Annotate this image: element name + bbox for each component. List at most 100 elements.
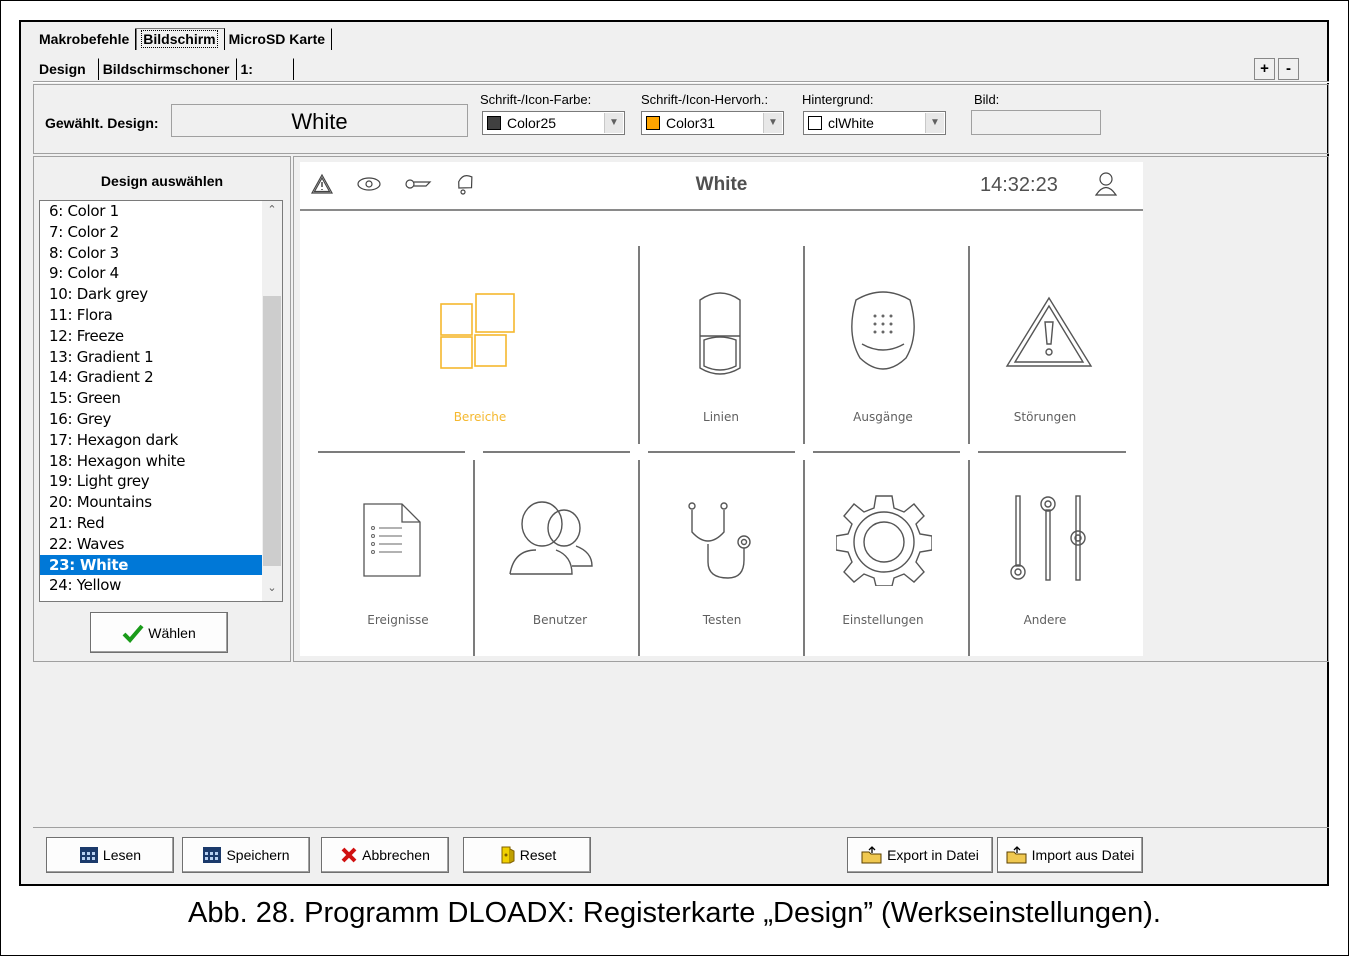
tile-label-ausgaenge[interactable]: Ausgänge: [803, 410, 963, 424]
scroll-up-icon[interactable]: ⌃: [262, 203, 282, 221]
detector-icon: [699, 292, 741, 375]
tile-label-linien[interactable]: Linien: [641, 410, 801, 424]
read-icon: [79, 847, 98, 863]
design-list-item[interactable]: 23: White: [40, 554, 282, 576]
font-color-value: Color25: [507, 115, 557, 131]
design-list: 6: Color 1 7: Color 2 8: Color 3 9: Color 4…: [40, 201, 282, 596]
users-icon: [509, 501, 593, 575]
read-button[interactable]: Lesen: [46, 837, 174, 873]
tab-bildschirm-label: Bildschirm: [141, 30, 218, 48]
font-color-select[interactable]: Color25 ▼: [482, 111, 625, 135]
background-select[interactable]: clWhite ▼: [803, 111, 946, 135]
design-list-item[interactable]: 24: Yellow: [40, 575, 282, 596]
import-label: Import aus Datei: [1031, 847, 1135, 863]
remove-tab-button[interactable]: -: [1278, 58, 1299, 80]
checkmark-icon: [122, 624, 144, 643]
keypad-screen-preview: White 14:32:23 Bereiche Linien Ausgänge …: [300, 162, 1143, 656]
image-label: Bild:: [974, 92, 1000, 107]
scrollbar-thumb[interactable]: [263, 296, 281, 566]
save-button[interactable]: Speichern: [182, 837, 310, 873]
export-button[interactable]: Export in Datei: [847, 837, 993, 873]
cancel-button[interactable]: Abbrechen: [321, 837, 449, 873]
tile-label-andere[interactable]: Andere: [965, 613, 1125, 627]
design-list-item[interactable]: 11: Flora: [40, 305, 282, 326]
design-list-item[interactable]: 9: Color 4: [40, 263, 282, 284]
font-color-swatch: [487, 116, 501, 130]
figure-caption: Abb. 28. Programm DLOADX: Registerkarte …: [188, 897, 1161, 929]
scroll-down-icon[interactable]: ⌄: [262, 581, 282, 599]
design-list-item[interactable]: 19: Light grey: [40, 471, 282, 492]
design-list-item[interactable]: 10: Dark grey: [40, 284, 282, 305]
design-list-item[interactable]: 12: Freeze: [40, 326, 282, 347]
design-list-item[interactable]: 18: Hexagon white: [40, 451, 282, 472]
tab-microsd-karte[interactable]: MicroSD Karte: [225, 28, 333, 50]
export-folder-icon: [861, 846, 882, 864]
highlight-color-swatch: [646, 116, 660, 130]
import-folder-icon: [1006, 846, 1027, 864]
design-list-item[interactable]: 20: Mountains: [40, 492, 282, 513]
tab-divider: [33, 81, 1329, 83]
tab-makrobefehle[interactable]: Makrobefehle: [35, 28, 137, 50]
choose-design-button[interactable]: Wählen: [90, 612, 228, 653]
save-icon: [203, 847, 222, 863]
design-listbox[interactable]: 6: Color 1 7: Color 2 8: Color 3 9: Color 4…: [39, 200, 283, 602]
design-list-item[interactable]: 15: Green: [40, 388, 282, 409]
selected-design-value: White: [291, 109, 348, 134]
tab-bildschirm[interactable]: Bildschirm: [136, 28, 225, 50]
reset-label: Reset: [519, 847, 557, 863]
image-field[interactable]: [971, 110, 1101, 135]
areas-icon: [440, 293, 515, 369]
highlight-color-value: Color31: [666, 115, 716, 131]
design-select-title: Design auswählen: [100, 173, 224, 189]
save-label: Speichern: [226, 847, 290, 863]
events-icon: [363, 503, 421, 577]
tab-bildschirmschoner[interactable]: Bildschirmschoner: [99, 58, 237, 80]
design-list-item[interactable]: 6: Color 1: [40, 201, 282, 222]
background-label: Hintergrund:: [802, 92, 874, 107]
stethoscope-icon: [688, 502, 751, 579]
design-list-item[interactable]: 8: Color 3: [40, 243, 282, 264]
choose-design-label: Wählen: [148, 624, 196, 641]
highlight-color-label: Schrift-/Icon-Hervorh.:: [641, 92, 769, 107]
tile-label-stoerungen[interactable]: Störungen: [965, 410, 1125, 424]
font-color-label: Schrift-/Icon-Farbe:: [480, 92, 592, 107]
selected-design-field: White: [171, 104, 468, 137]
import-button[interactable]: Import aus Datei: [997, 837, 1143, 873]
add-tab-button[interactable]: +: [1254, 58, 1275, 80]
design-list-item[interactable]: 22: Waves: [40, 534, 282, 555]
chevron-down-icon: ▼: [763, 113, 782, 133]
background-swatch: [808, 116, 822, 130]
design-list-item[interactable]: 17: Hexagon dark: [40, 430, 282, 451]
keypad-icon: [851, 291, 915, 370]
tile-label-benutzer[interactable]: Benutzer: [480, 613, 640, 627]
tile-label-einstellungen[interactable]: Einstellungen: [803, 613, 963, 627]
chevron-down-icon: ▼: [925, 113, 944, 133]
tile-label-bereiche[interactable]: Bereiche: [400, 410, 560, 424]
cancel-label: Abbrechen: [362, 847, 430, 863]
design-list-item[interactable]: 7: Color 2: [40, 222, 282, 243]
list-scrollbar[interactable]: ⌃ ⌄: [262, 201, 282, 601]
close-icon: [341, 847, 357, 863]
gear-icon: [836, 495, 932, 586]
application-window: Makrobefehle Bildschirm MicroSD Karte De…: [19, 20, 1329, 886]
design-list-item[interactable]: 14: Gradient 2: [40, 367, 282, 388]
main-tab-strip: Makrobefehle Bildschirm MicroSD Karte: [35, 28, 333, 50]
sliders-icon: [1010, 495, 1086, 581]
read-label: Lesen: [102, 847, 142, 863]
tile-label-testen[interactable]: Testen: [642, 613, 802, 627]
tab-screen-1[interactable]: 1:: [237, 58, 294, 80]
tile-label-ereignisse[interactable]: Ereignisse: [318, 613, 478, 627]
tab-design[interactable]: Design: [35, 58, 99, 80]
background-value: clWhite: [828, 115, 874, 131]
chevron-down-icon: ▼: [604, 113, 623, 133]
trouble-warning-icon: [1005, 296, 1093, 367]
design-list-item[interactable]: 16: Grey: [40, 409, 282, 430]
reset-button[interactable]: Reset: [463, 837, 591, 873]
selected-design-label: Gewählt. Design:: [45, 115, 159, 131]
export-label: Export in Datei: [887, 847, 979, 863]
reset-icon: [501, 846, 515, 864]
design-list-item[interactable]: 13: Gradient 1: [40, 347, 282, 368]
highlight-color-select[interactable]: Color31 ▼: [641, 111, 784, 135]
design-list-item[interactable]: 21: Red: [40, 513, 282, 534]
sub-tab-strip: Design Bildschirmschoner 1:: [35, 58, 294, 80]
